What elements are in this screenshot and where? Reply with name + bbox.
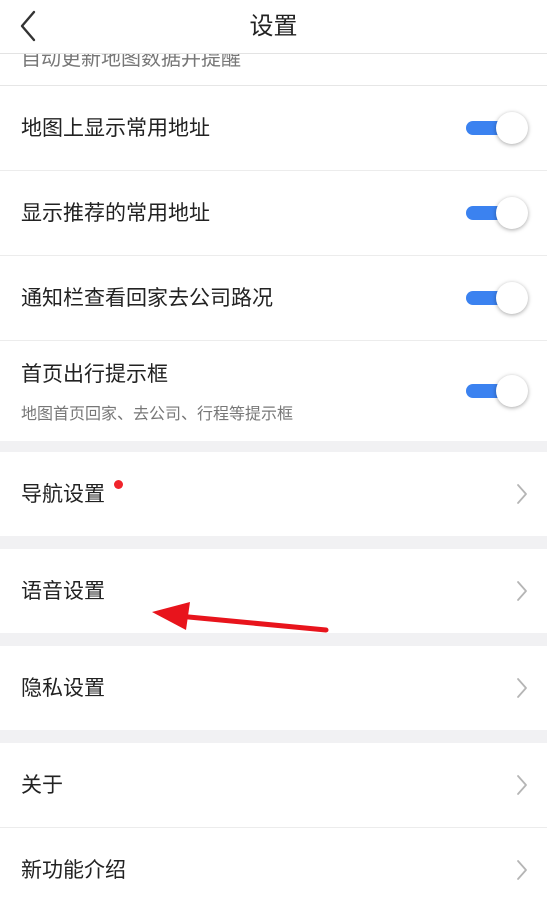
- page-title: 设置: [249, 12, 298, 40]
- toggle-switch[interactable]: [466, 282, 528, 314]
- setting-label: 导航设置: [21, 482, 105, 506]
- about-settings-group: 关于 新功能介绍: [0, 743, 547, 912]
- setting-label: 通知栏查看回家去公司路况: [21, 286, 273, 310]
- toggle-switch[interactable]: [466, 197, 528, 229]
- setting-row-show-frequent-addresses[interactable]: 地图上显示常用地址: [0, 86, 547, 171]
- setting-row-navigation[interactable]: 导航设置: [0, 452, 547, 536]
- chevron-right-icon: [517, 581, 527, 601]
- setting-label: 地图上显示常用地址: [21, 116, 210, 140]
- partial-row-label: 自动更新地图数据并提醒: [21, 54, 241, 70]
- setting-label: 显示推荐的常用地址: [21, 201, 210, 225]
- setting-row-show-recommended-addresses[interactable]: 显示推荐的常用地址: [0, 171, 547, 256]
- setting-row-new-features[interactable]: 新功能介绍: [0, 828, 547, 912]
- setting-description: 地图首页回家、去公司、行程等提示框: [21, 404, 294, 423]
- setting-label: 首页出行提示框: [21, 362, 168, 386]
- toggle-switch[interactable]: [466, 375, 528, 407]
- chevron-right-icon: [517, 678, 527, 698]
- setting-row-about[interactable]: 关于: [0, 743, 547, 828]
- setting-label: 新功能介绍: [21, 858, 126, 882]
- header-bar: 设置: [0, 0, 547, 54]
- setting-label: 隐私设置: [21, 676, 105, 700]
- red-dot-badge: [114, 480, 123, 489]
- setting-label: 语音设置: [21, 579, 105, 603]
- partial-setting-row[interactable]: 自动更新地图数据并提醒: [0, 54, 547, 86]
- chevron-right-icon: [517, 775, 527, 795]
- chevron-right-icon: [517, 484, 527, 504]
- toggle-settings-group: 地图上显示常用地址 显示推荐的常用地址 通知栏查看回家去公司路况 首页出行提示框…: [0, 86, 547, 441]
- voice-settings-group: 语音设置: [0, 549, 547, 633]
- setting-row-voice[interactable]: 语音设置: [0, 549, 547, 633]
- setting-label: 关于: [21, 773, 63, 797]
- setting-row-notification-traffic[interactable]: 通知栏查看回家去公司路况: [0, 256, 547, 341]
- toggle-switch[interactable]: [466, 112, 528, 144]
- chevron-right-icon: [517, 860, 527, 880]
- setting-row-home-trip-prompt[interactable]: 首页出行提示框 地图首页回家、去公司、行程等提示框: [0, 341, 547, 441]
- navigation-settings-group: 导航设置: [0, 452, 547, 536]
- setting-row-privacy[interactable]: 隐私设置: [0, 646, 547, 730]
- privacy-settings-group: 隐私设置: [0, 646, 547, 730]
